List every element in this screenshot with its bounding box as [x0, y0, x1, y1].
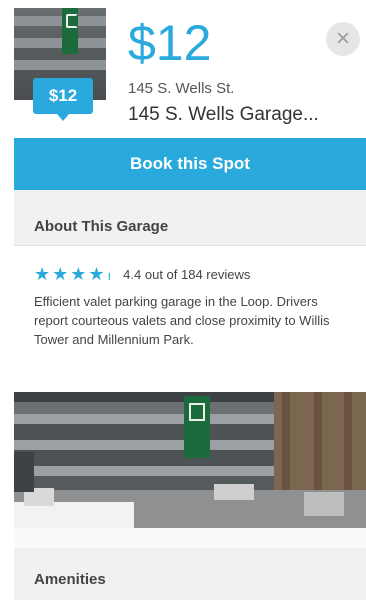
rating-text: 4.4 out of 184 reviews — [123, 267, 251, 282]
left-edge — [0, 0, 14, 600]
thumbnail-deck — [14, 60, 106, 70]
star-rating-icon: ★★★★ı — [34, 264, 113, 285]
amenities-heading: Amenities — [34, 571, 106, 588]
parking-sign-icon — [62, 8, 78, 54]
rating-row[interactable]: ★★★★ı 4.4 out of 184 reviews — [34, 264, 250, 285]
address-line-1: 145 S. Wells St. — [128, 80, 235, 97]
about-content: ★★★★ı 4.4 out of 184 reviews Efficient v… — [14, 246, 366, 392]
about-section-header: About This Garage — [14, 190, 366, 246]
garage-description: Efficient valet parking garage in the Lo… — [34, 294, 330, 347]
spot-price: $12 — [128, 15, 212, 71]
address-line-2: 145 S. Wells Garage... — [128, 104, 319, 125]
about-heading: About This Garage — [34, 218, 169, 235]
garage-photo-image — [14, 392, 366, 528]
thumbnail-deck — [14, 16, 106, 26]
close-button[interactable]: × — [326, 22, 360, 56]
amenities-section-header: Amenities — [14, 548, 366, 600]
book-spot-button[interactable]: Book this Spot — [14, 138, 366, 190]
garage-photo[interactable] — [14, 392, 366, 528]
close-icon: × — [335, 25, 350, 52]
full-stars: ★★★★ — [34, 264, 107, 284]
spot-detail-sheet: $12 $12 145 S. Wells St. 145 S. Wells Ga… — [0, 0, 366, 600]
half-star-icon: ı — [107, 268, 114, 283]
thumbnail-deck — [14, 38, 106, 48]
spot-header: $12 $12 145 S. Wells St. 145 S. Wells Ga… — [14, 8, 366, 138]
price-badge: $12 — [33, 78, 93, 121]
